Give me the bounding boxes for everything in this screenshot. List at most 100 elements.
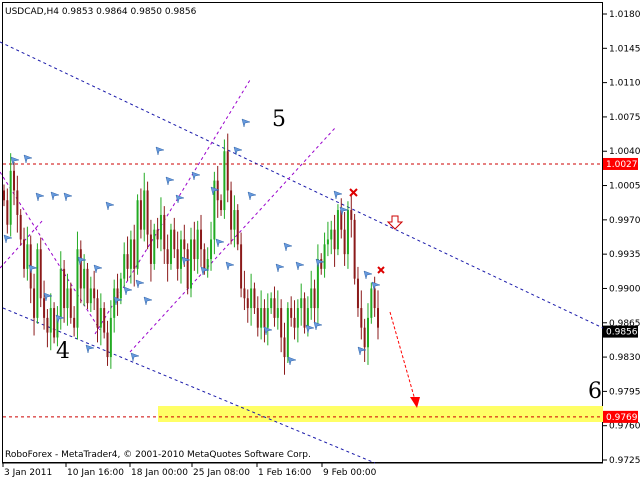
y-tick-label: 0.9795	[609, 387, 640, 397]
bear-candle-body	[226, 151, 229, 191]
bull-candle-body	[223, 151, 226, 211]
bull-candle-body	[190, 239, 192, 289]
bear-candle-body	[240, 244, 243, 289]
bear-candle-body	[156, 229, 159, 240]
bear-candle-body	[273, 298, 276, 318]
bull-candle-body	[66, 288, 69, 309]
bear-candle-body	[220, 200, 223, 211]
bear-candle-body	[353, 219, 356, 279]
bull-candle-body	[266, 308, 269, 328]
bull-candle-body	[99, 308, 102, 328]
bear-candle-body	[53, 308, 56, 338]
bull-candle-body	[129, 239, 132, 269]
bear-candle-body	[86, 268, 89, 304]
bull-candle-body	[366, 317, 369, 348]
fractal-marker-icon	[225, 261, 235, 271]
bear-candle-body	[246, 298, 249, 309]
x-axis: 3 Jan 2011 10 Jan 16:00 18 Jan 00:00 25 Jan…	[2, 463, 377, 478]
y-tick-label: 1.0040	[609, 147, 640, 157]
bear-candle-body	[377, 308, 379, 328]
x-mark-2	[377, 266, 385, 274]
y-axis: 1.0180 1.0145 1.0110 1.0075 1.0040 1.0005 0.99…	[603, 10, 640, 466]
bear-candle-body	[149, 234, 152, 264]
bull-candle-body	[233, 210, 236, 230]
bear-candle-body	[236, 210, 239, 245]
target-zone	[158, 406, 603, 422]
bear-candle-body	[183, 239, 186, 250]
fractal-marker-icon	[287, 356, 297, 366]
bear-candle-body	[253, 288, 256, 309]
fractal-marker-icon	[63, 192, 73, 202]
current-price-label: 0.9856	[606, 328, 638, 338]
y-tick-label: 0.9935	[609, 250, 640, 260]
bull-candle-body	[286, 308, 289, 358]
y-tick-label: 0.9760	[609, 422, 640, 432]
bull-candle-body	[330, 229, 333, 240]
bear-candle-body	[39, 249, 42, 299]
wave-label-4: 4	[56, 339, 70, 364]
bear-candle-body	[73, 317, 76, 328]
bull-candle-body	[206, 259, 209, 269]
x-tick-label: 10 Jan 16:00	[67, 468, 124, 478]
bear-candle-body	[230, 190, 233, 230]
bear-candle-body	[166, 249, 169, 264]
resistance-level-label: 1.0027	[606, 160, 638, 170]
bear-candle-body	[186, 249, 189, 289]
bear-candle-body	[33, 288, 36, 318]
bear-candle-body	[146, 190, 149, 235]
fractal-marker-icon	[130, 352, 140, 362]
bear-candle-body	[256, 308, 259, 328]
bull-candle-body	[76, 249, 79, 328]
fractal-marker-icon	[305, 324, 315, 334]
bull-candle-body	[326, 239, 329, 245]
fractal-marker-icon	[93, 264, 103, 274]
bull-candle-body	[370, 288, 373, 318]
fractal-marker-icon	[241, 118, 251, 128]
bear-candle-body	[350, 210, 353, 220]
bull-candle-body	[113, 288, 116, 318]
fractal-marker-icon	[283, 242, 293, 252]
bear-candle-body	[116, 288, 119, 299]
y-tick-label: 1.0075	[609, 113, 640, 123]
bear-candle-body	[290, 308, 293, 318]
bull-candle-body	[153, 229, 156, 264]
fractal-marker-icon	[363, 270, 373, 280]
fractal-marker-icon	[123, 286, 133, 296]
fractal-marker-icon	[371, 281, 381, 291]
bull-candle-body	[119, 278, 122, 299]
wave-label-5: 5	[272, 107, 286, 132]
fractal-marker-icon	[143, 296, 153, 306]
bear-candle-body	[139, 200, 142, 230]
bear-candle-body	[63, 268, 66, 309]
bear-candle-body	[3, 190, 5, 201]
fractal-marker-icon	[155, 146, 165, 156]
bear-candle-body	[193, 239, 196, 260]
bear-candle-body	[200, 229, 203, 250]
fractal-marker-icon	[77, 256, 87, 266]
bull-candle-body	[336, 210, 339, 250]
bear-candle-body	[16, 190, 19, 215]
bull-candle-body	[26, 244, 29, 269]
bear-candle-body	[93, 288, 96, 299]
copyright-footer: RoboForex - MetaTrader4, © 2001-2010 Met…	[5, 450, 311, 460]
resistance-level-box: 1.0027	[603, 157, 638, 170]
y-tick-label: 0.9970	[609, 216, 640, 226]
bear-candle-body	[343, 229, 346, 255]
bull-candle-body	[306, 308, 309, 328]
bull-candle-body	[89, 288, 92, 304]
bull-candle-body	[250, 288, 253, 309]
fractal-marker-icon	[215, 238, 225, 248]
bear-candle-body	[293, 317, 296, 328]
bull-candle-body	[323, 244, 326, 269]
bull-candle-body	[9, 170, 12, 225]
fractal-marker-icon	[175, 194, 185, 204]
bear-candle-body	[333, 229, 336, 250]
bull-candle-body	[296, 308, 299, 328]
bear-candle-body	[23, 239, 26, 269]
bull-candle-body	[49, 308, 52, 333]
purple-line-3	[0, 171, 101, 331]
bull-candle-body	[300, 298, 303, 309]
bear-candle-body	[203, 249, 206, 269]
bear-candle-body	[133, 239, 136, 269]
bear-candle-body	[176, 249, 179, 269]
